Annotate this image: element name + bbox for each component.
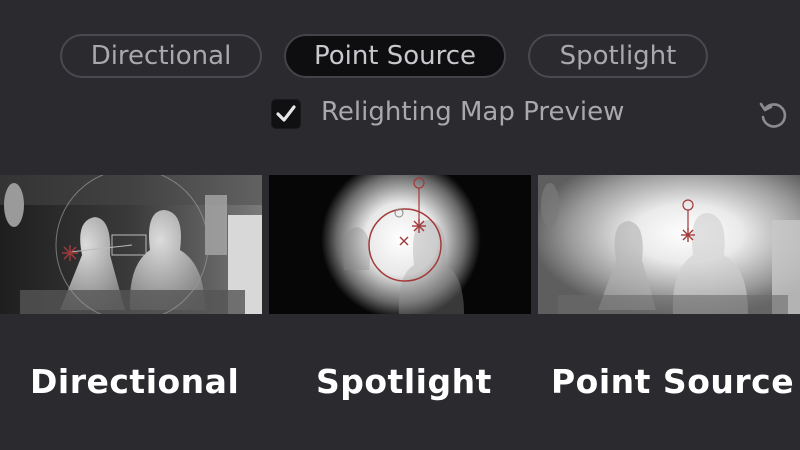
caption-spotlight: Spotlight	[316, 362, 492, 401]
caption-directional: Directional	[30, 362, 240, 401]
point-source-preview-image	[538, 175, 800, 314]
reset-button[interactable]	[757, 99, 789, 131]
checkmark-icon	[276, 105, 296, 122]
caption-point-source: Point Source	[551, 362, 795, 401]
tab-directional[interactable]: Directional	[60, 34, 262, 78]
relighting-map-preview-checkbox[interactable]	[271, 99, 301, 129]
relighting-ui: Directional Point Source Spotlight Relig…	[0, 0, 800, 450]
tab-point-source[interactable]: Point Source	[284, 34, 506, 78]
directional-preview-image	[0, 175, 262, 314]
spotlight-preview-image	[269, 175, 531, 314]
reset-icon	[759, 102, 787, 128]
tab-spotlight[interactable]: Spotlight	[528, 34, 708, 78]
relighting-map-preview-label: Relighting Map Preview	[321, 97, 625, 127]
